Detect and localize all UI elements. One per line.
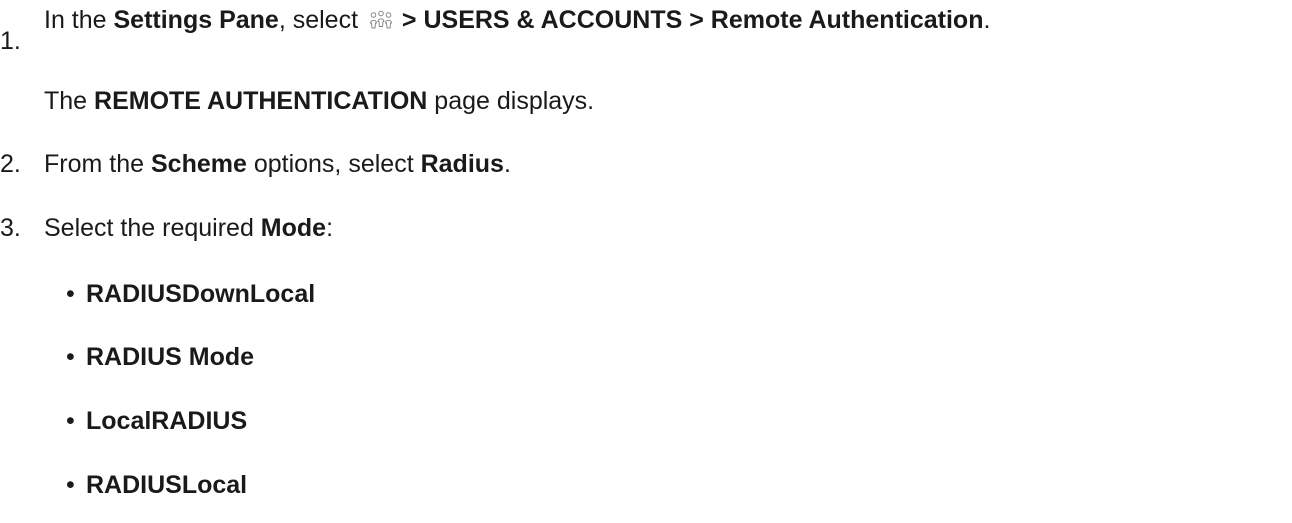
mode-option-label: RADIUSDownLocal xyxy=(86,280,316,308)
users-accounts-path: > USERS & ACCOUNTS > Remote Authenticati… xyxy=(394,6,984,34)
step-1-text-part: , select xyxy=(278,6,365,34)
bullet-icon: • xyxy=(66,471,75,499)
settings-pane-label: Settings Pane xyxy=(113,6,279,34)
users-icon xyxy=(369,10,392,29)
bullet-icon: • xyxy=(66,280,75,308)
step-2-text-part: options, select xyxy=(246,150,421,178)
remote-authentication-label: REMOTE AUTHENTICATION xyxy=(94,87,428,115)
list-item: • RADIUSLocal xyxy=(66,473,247,498)
bullet-icon: • xyxy=(66,343,75,371)
mode-option-label: LocalRADIUS xyxy=(86,407,248,435)
step-1-text: In the Settings Pane, select > USERS & A… xyxy=(44,8,990,33)
step-1-text-part: . xyxy=(983,6,991,34)
step-1-result-part: The xyxy=(44,87,95,115)
step-3-number: 3. xyxy=(0,214,21,242)
step-2-number: 2. xyxy=(0,150,21,178)
step-3: 3. Select the required Mode: xyxy=(0,216,333,241)
bullet-icon: • xyxy=(66,407,75,435)
step-1-result-part: page displays. xyxy=(427,87,595,115)
list-item: • RADIUSDownLocal xyxy=(66,282,315,307)
mode-option-label: RADIUSLocal xyxy=(86,471,248,499)
mode-option-label: RADIUS Mode xyxy=(86,343,255,371)
step-2-text-part: From the xyxy=(44,150,151,178)
step-1-text-part: In the xyxy=(44,6,114,34)
list-item: • RADIUS Mode xyxy=(66,345,254,370)
step-1-number: 1. xyxy=(0,27,21,55)
list-item: • LocalRADIUS xyxy=(66,409,247,434)
step-2-text-part: . xyxy=(503,150,511,178)
radius-label: Radius xyxy=(420,150,504,178)
step-1-result: The REMOTE AUTHENTICATION page displays. xyxy=(44,89,594,114)
step-3-text-part: : xyxy=(326,214,334,242)
scheme-label: Scheme xyxy=(150,150,247,178)
mode-label: Mode xyxy=(260,214,327,242)
step-2: 2. From the Scheme options, select Radius… xyxy=(0,152,511,177)
step-3-text-part: Select the required xyxy=(44,214,261,242)
